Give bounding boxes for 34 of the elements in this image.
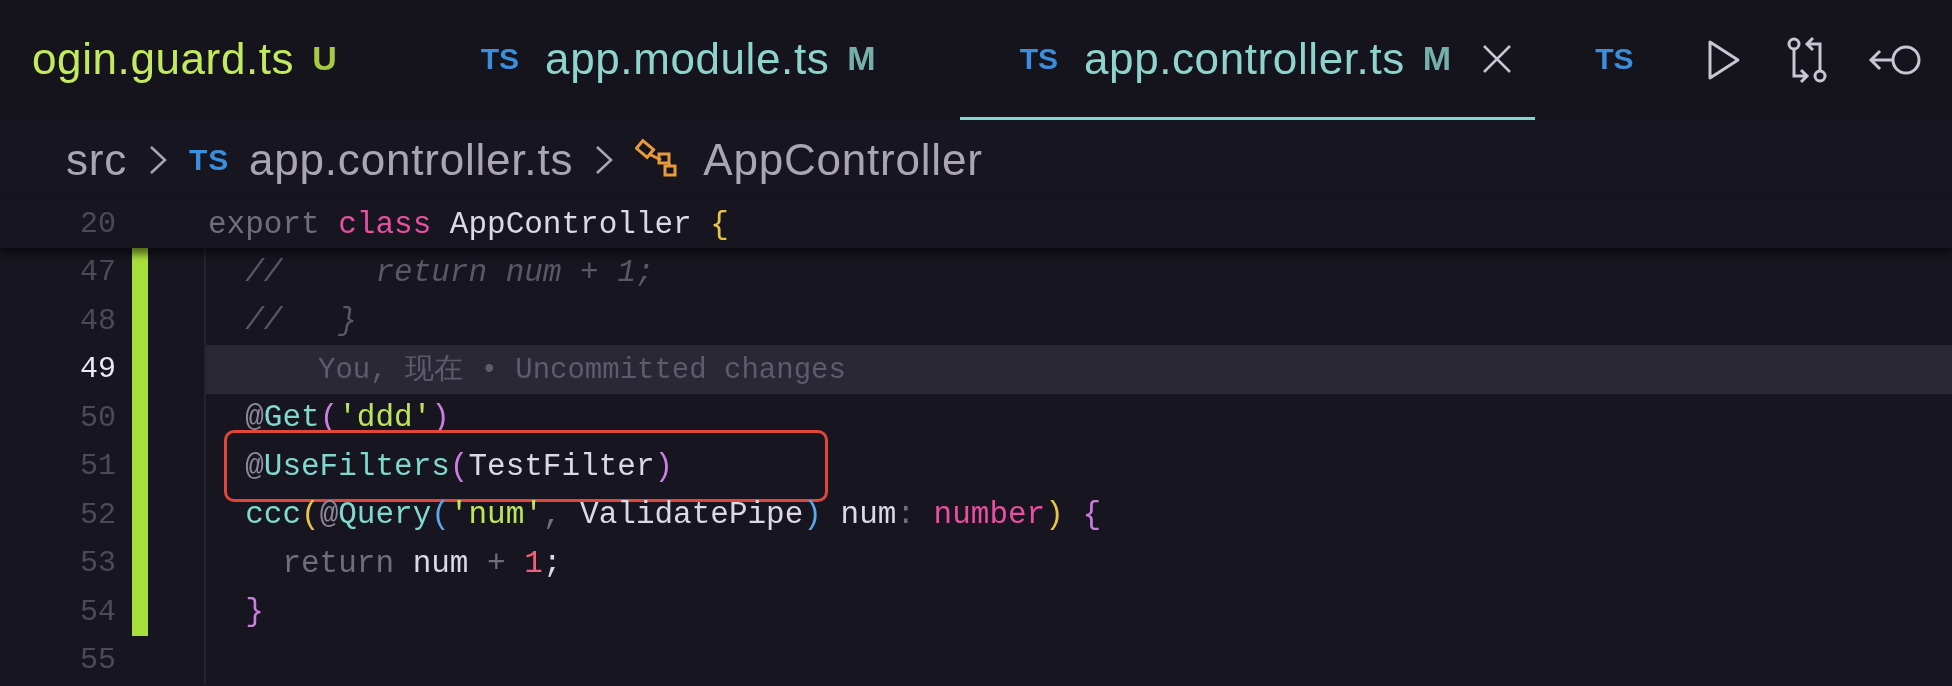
line-number: 52 — [79, 497, 116, 532]
code-line: // return num + 1; — [244, 254, 655, 290]
editor-tab[interactable]: TS — [1535, 0, 1674, 120]
typescript-icon: TS — [189, 143, 229, 177]
line-number: 54 — [79, 594, 116, 629]
breadcrumb-item[interactable]: AppController — [703, 135, 983, 185]
code-line: return num + 1; — [281, 545, 562, 581]
editor-tab[interactable]: ogin.guard.ts U — [0, 0, 421, 120]
git-status-letter: M — [1422, 39, 1452, 78]
code-line: @UseFilters(TestFilter) — [244, 448, 674, 484]
line-number: 49 — [79, 352, 116, 387]
editor-tab[interactable]: TS app.controller.ts M — [959, 0, 1536, 120]
line-number: 48 — [79, 303, 116, 338]
breadcrumb-item[interactable]: app.controller.ts — [249, 135, 574, 185]
git-status-letter: M — [847, 39, 876, 78]
line-number: 51 — [79, 449, 116, 484]
line-number: 50 — [79, 400, 116, 435]
typescript-icon: TS — [1595, 41, 1634, 76]
tab-filename: app.controller.ts — [1084, 33, 1405, 84]
breadcrumb-item[interactable]: src — [66, 135, 128, 185]
code-line: export class AppController { — [207, 206, 729, 242]
code-line: } — [244, 594, 264, 630]
code-line: ccc(@Query('num', ValidatePipe) num: number) { — [244, 497, 1102, 533]
typescript-icon: TS — [1019, 41, 1058, 76]
code-line: // } — [244, 303, 357, 339]
typescript-icon: TS — [480, 41, 520, 76]
line-number: 53 — [79, 546, 116, 581]
tab-filename: app.module.ts — [545, 33, 830, 84]
git-status-letter: U — [312, 39, 337, 78]
line-number: 20 — [79, 207, 116, 241]
tab-filename: ogin.guard.ts — [32, 33, 295, 84]
editor-tab[interactable]: TS app.module.ts M — [420, 0, 960, 120]
line-number: 55 — [79, 643, 116, 678]
line-number: 47 — [79, 255, 116, 290]
